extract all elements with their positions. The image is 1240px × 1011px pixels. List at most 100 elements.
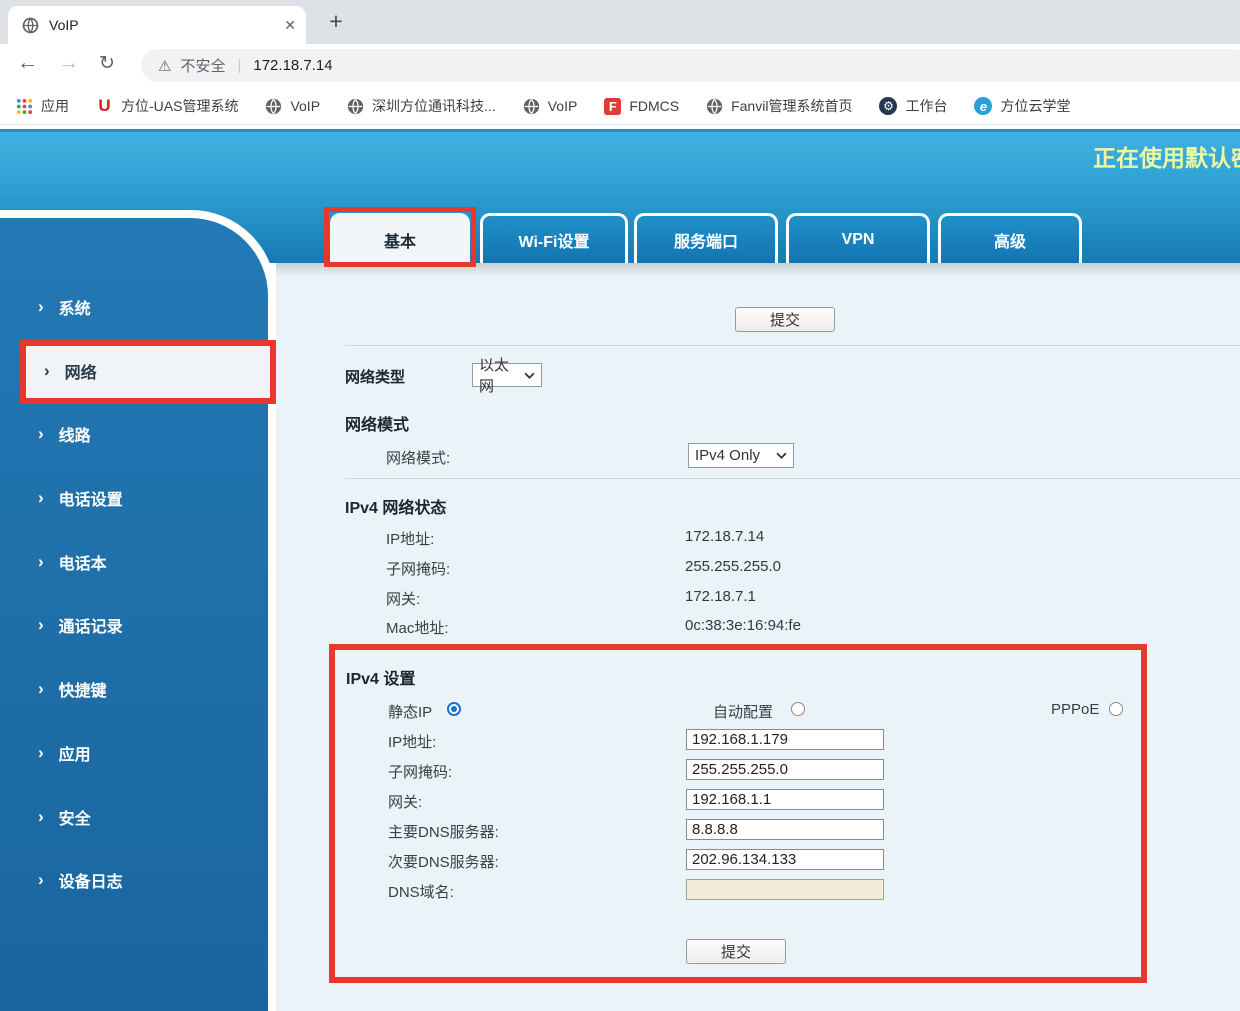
default-password-banner: 正在使用默认密 <box>1093 139 1240 171</box>
network-mode-label: 网络模式: <box>386 447 450 468</box>
network-type-label: 网络类型 <box>345 366 405 387</box>
browser-tabstrip: VoIP ✕ + <box>0 0 1240 44</box>
bookmark-label: VoIP <box>290 98 320 114</box>
chevron-right-icon: › <box>38 679 44 699</box>
bookmark-voip-1[interactable]: VoIP <box>265 98 320 115</box>
sidebar-item-network[interactable]: › 网络 <box>44 358 97 384</box>
status-ip-value: 172.18.7.14 <box>685 528 764 545</box>
sidebar-item-device-log[interactable]: › 设备日志 <box>38 867 123 893</box>
divider <box>345 345 1240 346</box>
status-mac-value: 0c:38:3e:16:94:fe <box>685 617 801 634</box>
tab-close-icon[interactable]: ✕ <box>284 17 296 34</box>
bookmark-cloud-school[interactable]: e 方位云学堂 <box>974 96 1070 116</box>
header-shadow <box>276 263 1240 276</box>
sidebar-item-function-key[interactable]: › 快捷键 <box>38 676 107 702</box>
bookmark-apps[interactable]: 应用 <box>16 96 69 116</box>
dns-domain-input[interactable] <box>686 879 884 900</box>
chevron-right-icon: › <box>38 615 44 635</box>
bookmarks-bar: 应用 U 方位-UAS管理系统 VoIP 深圳方位通讯科技... V <box>0 88 1240 125</box>
bookmark-label: 方位云学堂 <box>1000 96 1070 116</box>
chevron-down-icon <box>524 372 535 379</box>
sidebar-item-application[interactable]: › 应用 <box>38 740 91 766</box>
sidebar-item-line[interactable]: › 线路 <box>38 421 91 447</box>
bookmark-fdmcs[interactable]: F FDMCS <box>604 98 679 115</box>
status-mask-value: 255.255.255.0 <box>685 558 781 575</box>
back-icon[interactable]: ← <box>17 52 38 73</box>
sidebar-item-phone-settings[interactable]: › 电话设置 <box>38 485 123 511</box>
field-dns2-label: 次要DNS服务器: <box>388 851 499 872</box>
gateway-input[interactable] <box>686 789 884 810</box>
address-url: 172.18.7.14 <box>253 57 332 74</box>
status-gateway-value: 172.18.7.1 <box>685 588 756 605</box>
chevron-right-icon: › <box>38 870 44 890</box>
sidebar-item-security[interactable]: › 安全 <box>38 804 91 830</box>
tab-service-port[interactable]: 服务端口 <box>634 213 778 263</box>
bookmark-label: 方位-UAS管理系统 <box>121 96 238 116</box>
chevron-right-icon: › <box>38 297 44 317</box>
globe-icon <box>265 98 282 115</box>
secondary-dns-input[interactable] <box>686 849 884 870</box>
address-divider: | <box>237 57 241 74</box>
chevron-right-icon: › <box>38 743 44 763</box>
pppoe-radio[interactable] <box>1109 702 1123 716</box>
not-secure-warning-icon: ⚠ <box>158 57 171 75</box>
static-ip-radio-label: 静态IP <box>388 701 432 722</box>
bookmark-szfanvil[interactable]: 深圳方位通讯科技... <box>347 96 496 116</box>
ipv4-settings-section-title: IPv4 设置 <box>346 665 415 689</box>
globe-icon <box>706 98 723 115</box>
status-mac-label: Mac地址: <box>386 617 449 638</box>
submit-button-top[interactable]: 提交 <box>735 307 835 332</box>
swirl-icon: e <box>974 97 992 115</box>
tab-advanced[interactable]: 高级 <box>938 213 1082 263</box>
subnet-mask-input[interactable] <box>686 759 884 780</box>
ipv4-status-section-title: IPv4 网络状态 <box>345 494 446 518</box>
field-ip-label: IP地址: <box>388 731 436 752</box>
apps-grid-icon <box>16 98 33 115</box>
status-mask-label: 子网掩码: <box>386 558 450 579</box>
chevron-down-icon <box>776 452 787 459</box>
reload-icon[interactable]: ↻ <box>99 53 115 74</box>
chevron-right-icon: › <box>44 361 50 381</box>
network-type-select[interactable]: 以太网 <box>472 363 542 387</box>
gear-icon: ⚙ <box>879 97 897 115</box>
tab-title: VoIP <box>49 17 79 33</box>
globe-icon <box>347 98 364 115</box>
bookmark-label: Fanvil管理系统首页 <box>731 96 852 116</box>
tab-basic[interactable]: 基本 <box>330 213 470 263</box>
dhcp-radio[interactable] <box>791 702 805 716</box>
pppoe-radio-label: PPPoE <box>1051 701 1099 718</box>
forward-icon[interactable]: → <box>58 52 79 73</box>
submit-button-bottom[interactable]: 提交 <box>686 939 786 964</box>
field-gateway-label: 网关: <box>388 791 422 812</box>
ip-address-input[interactable] <box>686 729 884 750</box>
sidebar-item-phonebook[interactable]: › 电话本 <box>38 549 107 575</box>
bookmark-voip-2[interactable]: VoIP <box>523 98 578 115</box>
browser-tab-voip[interactable]: VoIP ✕ <box>8 6 306 44</box>
bookmark-workbench[interactable]: ⚙ 工作台 <box>879 96 947 116</box>
chevron-right-icon: › <box>38 807 44 827</box>
bookmark-label: 深圳方位通讯科技... <box>372 96 496 116</box>
globe-icon <box>22 17 39 34</box>
sidebar-item-system[interactable]: › 系统 <box>38 294 91 320</box>
address-bar[interactable]: ⚠ 不安全 | 172.18.7.14 <box>141 49 1240 82</box>
screenshot-root: VoIP ✕ + ← → ↻ ⚠ 不安全 | 172.18.7.14 应用 U … <box>0 0 1240 1011</box>
tab-wifi-settings[interactable]: Wi-Fi设置 <box>480 213 628 263</box>
bookmark-fanvil-admin[interactable]: Fanvil管理系统首页 <box>706 96 852 116</box>
status-ip-label: IP地址: <box>386 528 434 549</box>
globe-icon <box>523 98 540 115</box>
chevron-right-icon: › <box>38 488 44 508</box>
static-ip-radio[interactable] <box>447 702 461 716</box>
network-mode-section-title: 网络模式 <box>345 411 409 435</box>
f-badge-icon: F <box>604 98 621 115</box>
bookmark-label: VoIP <box>548 98 578 114</box>
sidebar-item-call-logs[interactable]: › 通话记录 <box>38 612 123 638</box>
tab-vpn[interactable]: VPN <box>786 213 930 263</box>
new-tab-button[interactable]: + <box>322 8 350 35</box>
network-mode-select[interactable]: IPv4 Only <box>688 443 794 468</box>
primary-dns-input[interactable] <box>686 819 884 840</box>
field-dns1-label: 主要DNS服务器: <box>388 821 499 842</box>
bookmark-uas[interactable]: U 方位-UAS管理系统 <box>96 96 238 116</box>
bookmark-label: FDMCS <box>629 98 679 114</box>
field-mask-label: 子网掩码: <box>388 761 452 782</box>
divider <box>345 478 1240 479</box>
